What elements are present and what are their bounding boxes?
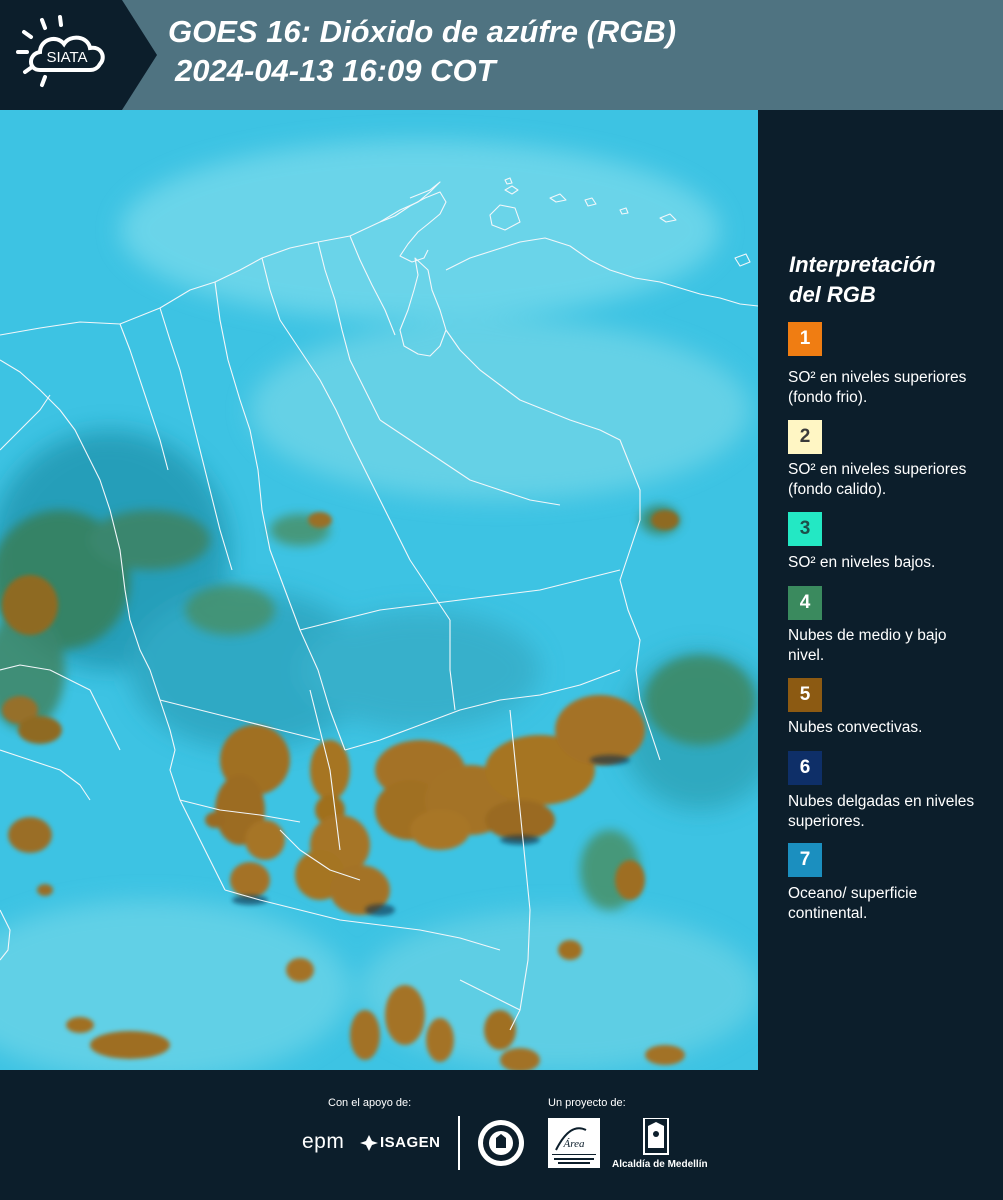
legend-swatch-6: 6	[788, 751, 822, 785]
isagen-logo: ISAGEN	[380, 1134, 441, 1151]
support-label: Con el apoyo de:	[328, 1097, 412, 1109]
alcaldia-text: Alcaldía de Medellín	[612, 1159, 708, 1170]
legend-text-6: Nubes delgadas en niveles superiores.	[788, 793, 975, 830]
legend-text-7: Oceano/ superficie continental.	[788, 885, 918, 922]
legend-panel: Interpretación del RGB 1 SO² en niveles …	[760, 110, 1003, 1070]
page-title: GOES 16: Dióxido de azúfre (RGB)	[168, 14, 677, 49]
legend-text-5: Nubes convectivas.	[788, 719, 923, 736]
isagen-mark-icon	[360, 1135, 378, 1151]
legend-title: Interpretación del RGB	[789, 250, 989, 310]
legend-swatch-3: 3	[788, 512, 822, 546]
legend-swatch-7: 7	[788, 843, 822, 877]
project-label: Un proyecto de:	[548, 1097, 626, 1109]
legend-text-1: SO² en niveles superiores (fondo frio).	[788, 369, 967, 406]
page-timestamp: 2024-04-13 16:09 COT	[175, 53, 496, 88]
header-bar: SIATA GOES 16: Dióxido de azúfre (RGB) 2…	[0, 0, 1003, 110]
area-metropolitana-logo: Área	[548, 1118, 600, 1168]
legend-swatch-2: 2	[788, 420, 822, 454]
legend-text-3: SO² en niveles bajos.	[788, 554, 936, 571]
svg-text:Área: Área	[563, 1138, 585, 1150]
legend-title-line1: Interpretación	[789, 252, 936, 277]
epm-logo: epm	[302, 1130, 345, 1153]
legend-swatch-4: 4	[788, 586, 822, 620]
university-seal-icon	[478, 1120, 524, 1166]
footer-divider	[458, 1116, 460, 1170]
legend-swatch-1: 1	[788, 322, 822, 356]
satellite-map	[0, 110, 758, 1070]
siata-logo-text: SIATA	[46, 49, 87, 66]
legend-text-2: SO² en niveles superiores (fondo calido)…	[788, 461, 967, 498]
legend-title-line2: del RGB	[789, 282, 876, 307]
alcaldia-medellin-logo	[643, 1118, 669, 1155]
legend-swatch-5: 5	[788, 678, 822, 712]
siata-logo: SIATA	[0, 0, 157, 110]
legend-text-4: Nubes de medio y bajo nivel.	[788, 627, 947, 664]
footer: Con el apoyo de: Un proyecto de: epm ISA…	[0, 1070, 1003, 1200]
